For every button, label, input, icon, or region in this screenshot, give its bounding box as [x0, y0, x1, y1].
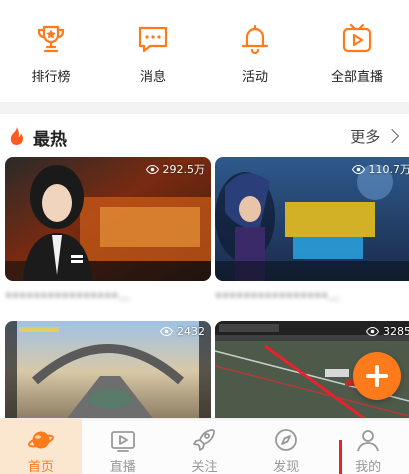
view-count-text: 292.5万 [162, 163, 206, 176]
quick-nav-messages[interactable]: 消息 [102, 0, 204, 100]
view-count-text: 110.7万 [368, 163, 409, 176]
stream-thumbnail: 110.7万 [215, 157, 409, 281]
tab-follow[interactable]: 关注 [164, 419, 246, 474]
view-count-text: 3285 [383, 325, 409, 338]
view-count: 3285 [366, 325, 409, 338]
quick-nav-label: 排行榜 [31, 70, 71, 85]
quick-nav-all-live[interactable]: 全部直播 [306, 0, 408, 100]
quick-nav-label: 活动 [241, 70, 268, 85]
quick-nav-leaderboard[interactable]: 排行榜 [0, 0, 102, 100]
quick-nav: 排行榜 消息 活动 全部直播 [0, 0, 409, 100]
tab-discover[interactable]: 发现 [245, 419, 327, 474]
section-title: 最热 [33, 130, 67, 150]
quick-nav-label: 消息 [139, 70, 166, 85]
compass-icon [273, 427, 299, 453]
add-button[interactable] [353, 352, 401, 400]
chevron-right-icon [384, 128, 400, 144]
view-count-text: 2432 [177, 325, 205, 338]
view-count: 292.5万 [145, 161, 206, 177]
video-play-icon [340, 22, 374, 56]
tab-label: 直播 [109, 460, 136, 474]
stream-thumbnail: 2432 [5, 321, 211, 421]
quick-nav-activity[interactable]: 活动 [204, 0, 306, 100]
trophy-icon [34, 22, 68, 56]
stream-title: ••••••••••••••••... [5, 289, 130, 303]
view-count: 2432 [160, 325, 205, 338]
annotation-mark [339, 440, 342, 474]
stream-card[interactable]: 292.5万 ••••••••••••••••... [5, 157, 211, 307]
planet-icon [27, 427, 54, 453]
section-header: 最热 更多 [0, 116, 409, 156]
view-count: 110.7万 [351, 161, 409, 177]
tab-label: 首页 [27, 460, 54, 474]
more-link[interactable]: 更多 [350, 126, 400, 147]
tab-live[interactable]: 直播 [82, 419, 164, 474]
eye-icon [145, 164, 159, 174]
eye-icon [351, 164, 365, 174]
user-icon [355, 427, 381, 453]
fire-icon [10, 127, 23, 145]
tv-icon [110, 427, 136, 453]
stream-title: ••••••••••••••••... [215, 289, 340, 303]
section-divider [0, 102, 409, 114]
stream-thumbnail: 292.5万 [5, 157, 211, 281]
message-icon [136, 22, 170, 56]
tab-label: 关注 [191, 460, 218, 474]
rocket-icon [191, 427, 217, 453]
tab-label: 发现 [273, 460, 300, 474]
stream-card[interactable]: 110.7万 ••••••••••••••••... [215, 157, 409, 307]
quick-nav-label: 全部直播 [330, 70, 383, 85]
more-label: 更多 [350, 128, 381, 146]
stream-card[interactable]: 2432 [5, 321, 211, 421]
tab-home[interactable]: 首页 [0, 419, 82, 474]
eye-icon [160, 327, 173, 336]
bottom-tab-bar: 首页 直播 关注 发现 我的 [0, 418, 409, 474]
eye-icon [366, 327, 379, 336]
bell-icon [238, 22, 272, 56]
